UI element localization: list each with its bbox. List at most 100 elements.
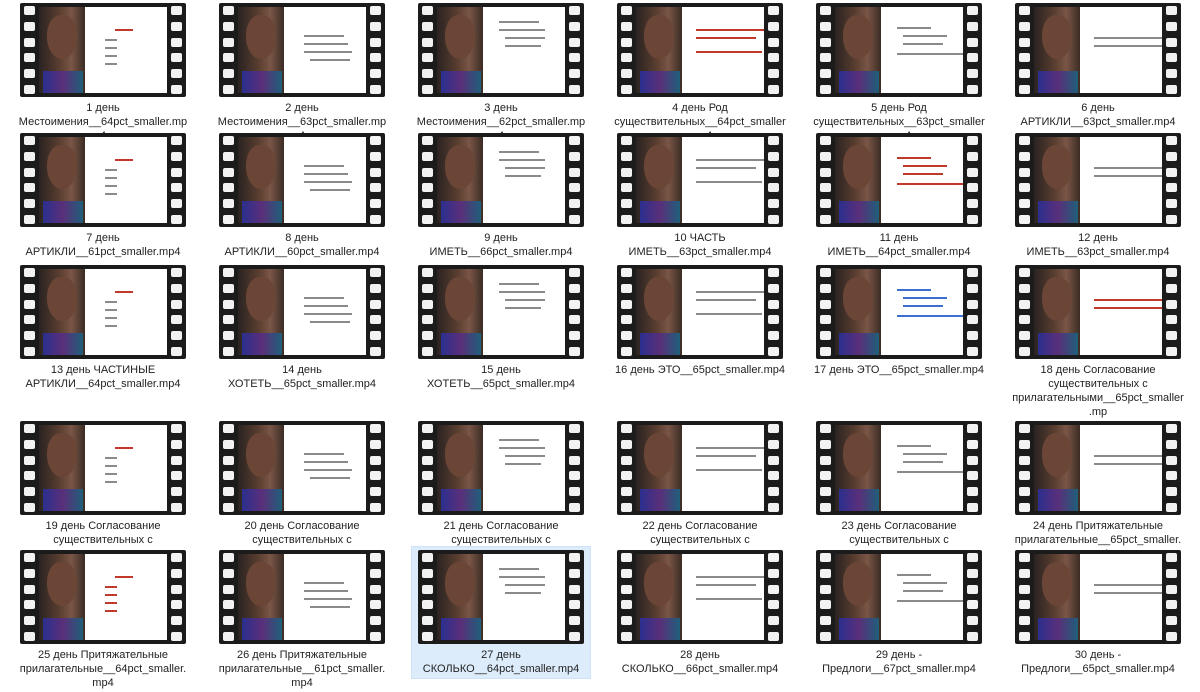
film-strip-holes	[1018, 268, 1031, 356]
video-frame	[1034, 554, 1162, 640]
file-item[interactable]: 4 день Род существительных__64pct_smaller…	[611, 0, 789, 145]
file-name-line: АРТИКЛИ__60pct_smaller.mp4	[224, 246, 380, 258]
file-item[interactable]: 19 день Согласование существительных с	[14, 418, 192, 549]
video-thumbnail	[418, 421, 584, 515]
file-item[interactable]: 16 день ЭТО__65pct_smaller.mp4	[611, 262, 789, 379]
file-name-line: 5 день Род	[871, 102, 927, 114]
file-name-line: 19 день Согласование	[45, 520, 161, 532]
slide-preview	[881, 269, 963, 355]
video-frame	[835, 269, 963, 355]
file-name-line: 2 день	[285, 102, 319, 114]
file-item[interactable]: 7 день АРТИКЛИ__61pct_smaller.mp4	[14, 130, 192, 261]
presenter-image	[1034, 7, 1080, 93]
slide-preview	[483, 137, 565, 223]
file-item[interactable]: 21 день Согласование существительных с	[412, 418, 590, 549]
film-strip-holes	[1018, 553, 1031, 641]
file-item[interactable]: 6 день АРТИКЛИ__63pct_smaller.mp4	[1009, 0, 1187, 131]
file-item[interactable]: 22 день Согласование существительных с	[611, 418, 789, 549]
file-name-label: 28 день СКОЛЬКО__66pct_smaller.mp4	[611, 648, 789, 678]
video-thumbnail	[1015, 421, 1181, 515]
file-item[interactable]: 12 день ИМЕТЬ__63pct_smaller.mp4	[1009, 130, 1187, 261]
presenter-image	[835, 425, 881, 511]
video-thumbnail	[816, 133, 982, 227]
video-frame	[636, 269, 764, 355]
file-item[interactable]: 26 день Притяжательные прилагательные__61…	[213, 547, 391, 692]
presenter-image	[39, 7, 85, 93]
film-strip-holes	[966, 268, 979, 356]
film-strip-holes	[170, 553, 183, 641]
film-strip-holes	[1018, 424, 1031, 512]
file-name-line: 12 день ИМЕТЬ__63pct_smaller.mp4	[1026, 232, 1170, 258]
file-item[interactable]: 15 день ХОТЕТЬ__65pct_smaller.mp4	[412, 262, 590, 393]
file-item[interactable]: 3 деньМестоимения__62pct_smaller.mp4	[412, 0, 590, 145]
file-name-label: 26 день Притяжательные прилагательные__61…	[213, 648, 391, 692]
video-frame	[437, 137, 565, 223]
file-item[interactable]: 5 день Род существительных__63pct_smaller…	[810, 0, 988, 145]
file-item[interactable]: 13 день ЧАСТИНЫЕ АРТИКЛИ__64pct_smaller.m…	[14, 262, 192, 393]
film-strip-holes	[23, 553, 36, 641]
film-strip-holes	[421, 6, 434, 94]
file-item[interactable]: 23 день Согласование существительных с	[810, 418, 988, 549]
film-strip-holes	[23, 136, 36, 224]
film-strip-holes	[170, 268, 183, 356]
file-name-label: 9 день ИМЕТЬ__66pct_smaller.mp4	[412, 231, 590, 261]
file-item[interactable]: 11 день ИМЕТЬ__64pct_smaller.mp4	[810, 130, 988, 261]
file-item[interactable]: 25 день Притяжательные прилагательные__64…	[14, 547, 192, 692]
video-thumbnail	[816, 265, 982, 359]
file-item[interactable]: 1 деньМестоимения__64pct_smaller.mp4	[14, 0, 192, 145]
file-item[interactable]: 14 день ХОТЕТЬ__65pct_smaller.mp4	[213, 262, 391, 393]
film-strip-holes	[568, 6, 581, 94]
video-frame	[238, 554, 366, 640]
file-name-line: существительных с	[650, 534, 750, 546]
film-strip-holes	[767, 136, 780, 224]
film-strip-holes	[222, 553, 235, 641]
file-item[interactable]: 27 день СКОЛЬКО__64pct_smaller.mp4	[411, 546, 591, 679]
film-strip-holes	[1165, 268, 1178, 356]
slide-preview	[85, 137, 167, 223]
file-name-label: 22 день Согласование существительных с	[611, 519, 789, 549]
file-item[interactable]: 17 день ЭТО__65pct_smaller.mp4	[810, 262, 988, 379]
video-frame	[39, 269, 167, 355]
video-frame	[636, 425, 764, 511]
file-name-line: 4 день Род	[672, 102, 728, 114]
file-item[interactable]: 2 деньМестоимения__63pct_smaller.mp4	[213, 0, 391, 145]
file-item[interactable]: 24 день Притяжательные прилагательные__65…	[1009, 418, 1187, 563]
film-strip-holes	[23, 268, 36, 356]
file-item[interactable]: 8 день АРТИКЛИ__60pct_smaller.mp4	[213, 130, 391, 261]
file-name-line: АРТИКЛИ__64pct_smaller.mp4	[25, 378, 181, 390]
film-strip-holes	[170, 136, 183, 224]
video-thumbnail	[20, 133, 186, 227]
video-frame	[636, 7, 764, 93]
presenter-image	[238, 269, 284, 355]
video-frame	[437, 554, 565, 640]
film-strip-holes	[819, 136, 832, 224]
file-name-label: 6 день АРТИКЛИ__63pct_smaller.mp4	[1009, 101, 1187, 131]
file-item[interactable]: 29 день - Предлоги__67pct_smaller.mp4	[810, 547, 988, 678]
film-strip-holes	[767, 424, 780, 512]
file-item[interactable]: 10 ЧАСТЬ ИМЕТЬ__63pct_smaller.mp4	[611, 130, 789, 261]
video-frame	[238, 425, 366, 511]
file-name-label: 13 день ЧАСТИНЫЕ АРТИКЛИ__64pct_smaller.m…	[14, 363, 192, 393]
film-strip-holes	[369, 268, 382, 356]
video-thumbnail	[219, 421, 385, 515]
file-item[interactable]: 18 день Согласование существительных с при…	[1009, 262, 1187, 435]
file-name-line: 22 день Согласование	[642, 520, 758, 532]
file-item[interactable]: 9 день ИМЕТЬ__66pct_smaller.mp4	[412, 130, 590, 261]
slide-preview	[1080, 7, 1162, 93]
film-strip-holes	[819, 553, 832, 641]
file-item[interactable]: 30 день - Предлоги__65pct_smaller.mp4	[1009, 547, 1187, 678]
film-strip-holes	[369, 6, 382, 94]
file-item[interactable]: 20 день Согласование существительных с	[213, 418, 391, 549]
video-frame	[835, 7, 963, 93]
film-strip-holes	[966, 6, 979, 94]
video-frame	[835, 425, 963, 511]
file-name-line: 11 день ИМЕТЬ__64pct_smaller.mp4	[827, 232, 971, 258]
video-thumbnail	[617, 550, 783, 644]
video-thumbnail	[617, 421, 783, 515]
slide-preview	[284, 425, 366, 511]
film-strip-holes	[222, 424, 235, 512]
film-strip-holes	[23, 424, 36, 512]
file-name-line: 18 день Согласование	[1040, 364, 1156, 376]
file-item[interactable]: 28 день СКОЛЬКО__66pct_smaller.mp4	[611, 547, 789, 678]
video-thumbnail	[816, 550, 982, 644]
